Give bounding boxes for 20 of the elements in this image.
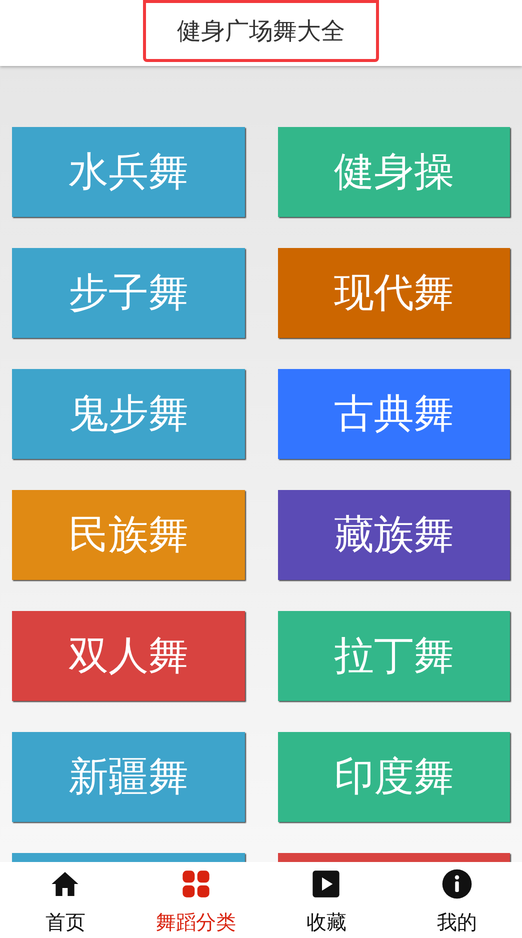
category-tile[interactable]: 古典舞 [278, 369, 510, 459]
play-icon [310, 868, 342, 900]
tab-item[interactable]: 收藏 [261, 862, 392, 938]
grid-icon [180, 868, 212, 900]
tab-item[interactable]: 舞蹈分类 [130, 862, 261, 938]
category-tile[interactable]: 现代舞 [278, 248, 510, 338]
category-tile[interactable]: 印度舞 [278, 732, 510, 822]
category-tile[interactable]: 民族舞 [12, 490, 244, 580]
tab-item[interactable]: 首页 [0, 862, 130, 938]
category-tile[interactable]: 藏族舞 [278, 490, 510, 580]
category-tile[interactable]: 水兵舞 [12, 127, 244, 217]
tab-item[interactable]: 我的 [392, 862, 522, 938]
page-title: 健身广场舞大全 [143, 0, 379, 62]
category-tile[interactable]: 健身操 [278, 127, 510, 217]
category-tile[interactable]: 新疆舞 [12, 732, 244, 822]
category-tile[interactable]: 鬼步舞 [12, 369, 244, 459]
category-tile[interactable]: 双人舞 [12, 611, 244, 701]
category-tile[interactable]: 步子舞 [12, 248, 244, 338]
info-icon [440, 868, 473, 900]
category-tile[interactable]: 拉丁舞 [278, 611, 510, 701]
